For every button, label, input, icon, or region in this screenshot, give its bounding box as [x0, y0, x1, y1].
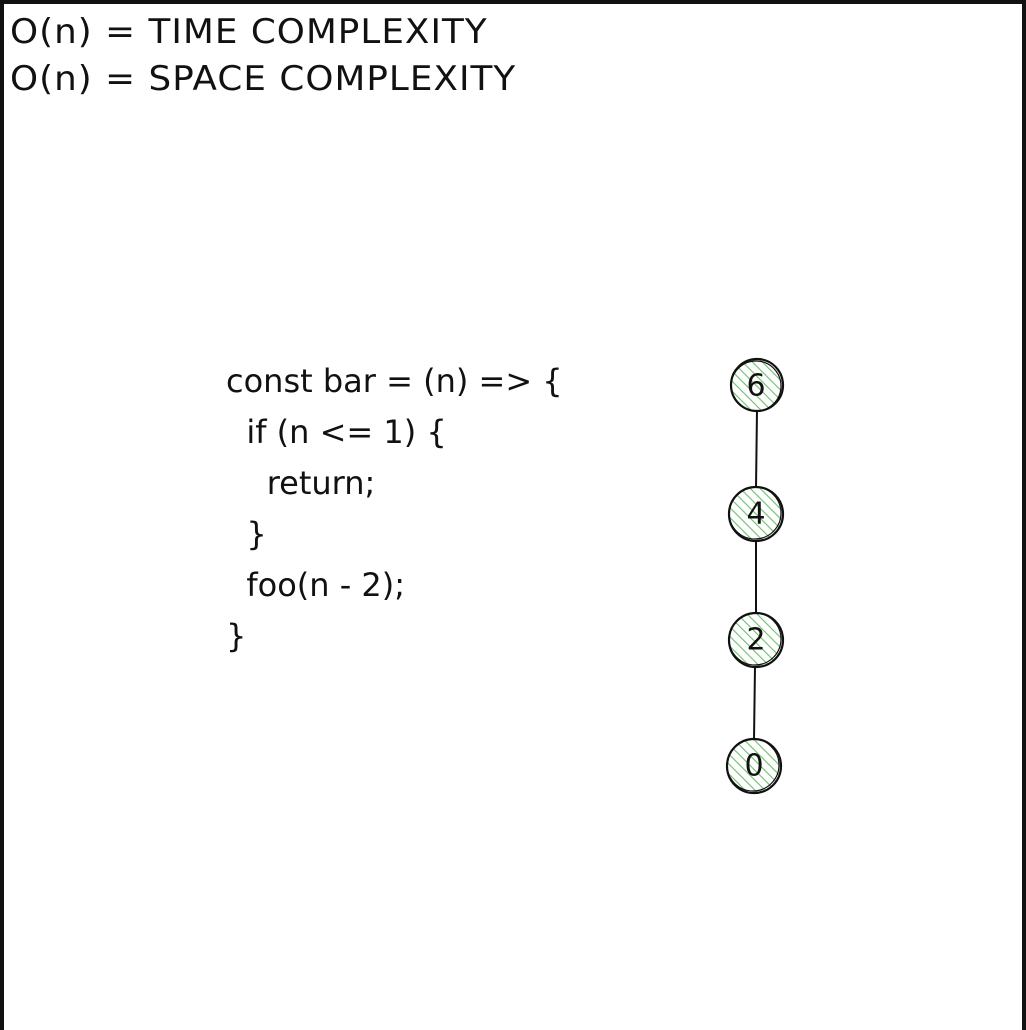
code-line-3: return;	[226, 464, 376, 502]
tree-node-label: 6	[746, 369, 765, 404]
recursion-call-tree: 6 4 2 0	[725, 357, 785, 795]
tree-node-label: 0	[744, 749, 763, 784]
code-line-6: }	[226, 617, 247, 655]
code-line-4: }	[226, 515, 267, 553]
tree-node-label: 2	[746, 623, 765, 658]
tree-node-6: 6	[729, 357, 785, 413]
code-line-1: const bar = (n) => {	[226, 362, 563, 400]
tree-node-label: 4	[746, 497, 765, 532]
tree-node-2: 2	[727, 611, 785, 669]
code-snippet: const bar = (n) => { if (n <= 1) { retur…	[226, 356, 563, 662]
code-line-5: foo(n - 2);	[226, 566, 406, 604]
space-complexity-heading: O(n) = SPACE COMPLEXITY	[10, 59, 517, 99]
tree-edge-2-0	[753, 665, 756, 741]
tree-node-4: 4	[727, 485, 785, 543]
code-line-2: if (n <= 1) {	[226, 413, 447, 451]
tree-edge-6-4	[755, 409, 758, 489]
time-complexity-heading: O(n) = TIME COMPLEXITY	[10, 12, 488, 52]
tree-node-0: 0	[725, 737, 783, 795]
whiteboard-canvas: O(n) = TIME COMPLEXITY O(n) = SPACE COMP…	[0, 0, 1026, 1030]
